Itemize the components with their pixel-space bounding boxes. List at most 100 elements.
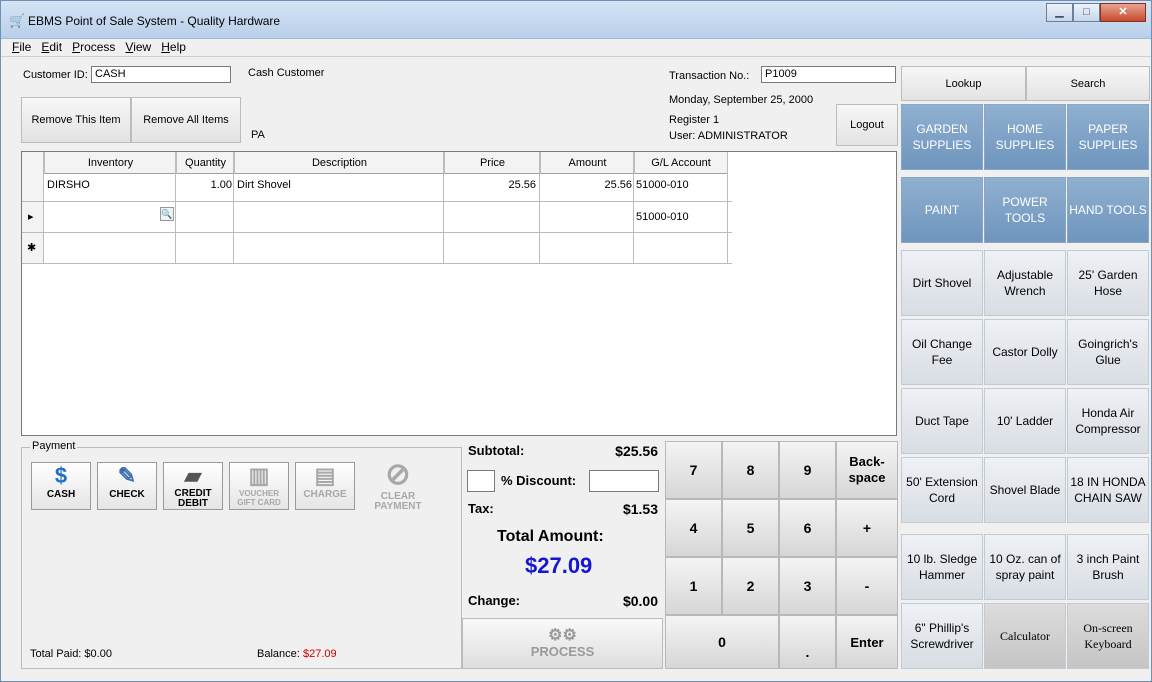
change-value: $0.00: [622, 593, 658, 609]
key-4[interactable]: 4: [665, 499, 722, 557]
maximize-button[interactable]: □: [1073, 3, 1100, 22]
menu-view[interactable]: View: [120, 39, 156, 56]
card-icon: ▰: [184, 463, 202, 488]
balance-label: Balance:: [257, 648, 300, 660]
item-button[interactable]: 18 IN HONDA CHAIN SAW: [1067, 457, 1149, 523]
credit-debit-button[interactable]: ▰ CREDIT DEBIT: [163, 462, 223, 510]
key-plus[interactable]: +: [836, 499, 898, 557]
row1-description[interactable]: Dirt Shovel: [237, 178, 291, 192]
new-row-marker: ✱: [27, 242, 37, 254]
key-enter[interactable]: Enter: [836, 615, 898, 669]
item-button[interactable]: 50' Extension Cord: [901, 457, 983, 523]
item-button[interactable]: Castor Dolly: [984, 319, 1066, 385]
key-8[interactable]: 8: [722, 441, 779, 499]
table-row[interactable]: [22, 202, 732, 233]
item-button[interactable]: 6" Phillip's Screwdriver: [901, 603, 983, 669]
check-button[interactable]: ✎ CHECK: [97, 462, 157, 510]
key-5[interactable]: 5: [722, 499, 779, 557]
search-button[interactable]: Search: [1026, 66, 1150, 101]
item-button[interactable]: Oil Change Fee: [901, 319, 983, 385]
document-icon: ▤: [314, 463, 336, 488]
customer-state: PA: [251, 129, 265, 141]
balance-value: $27.09: [303, 648, 337, 660]
credit-debit-label: CREDIT DEBIT: [174, 488, 212, 509]
cash-button[interactable]: $ CASH: [31, 462, 91, 510]
menu-edit[interactable]: Edit: [36, 39, 67, 56]
logout-button[interactable]: Logout: [836, 104, 898, 146]
category-paint[interactable]: PAINT: [901, 177, 983, 243]
calculator-button[interactable]: Calculator: [984, 603, 1066, 669]
category-home-supplies[interactable]: HOME SUPPLIES: [984, 104, 1066, 170]
item-button[interactable]: 10 Oz. can of spray paint: [984, 534, 1066, 600]
key-3[interactable]: 3: [779, 557, 836, 615]
item-button[interactable]: 3 inch Paint Brush: [1067, 534, 1149, 600]
close-button[interactable]: ✕: [1100, 3, 1146, 22]
category-paper-supplies[interactable]: PAPER SUPPLIES: [1067, 104, 1149, 170]
customer-name: Cash Customer: [248, 67, 325, 79]
item-button[interactable]: Adjustable Wrench: [984, 250, 1066, 316]
row1-inventory[interactable]: DIRSHO: [47, 178, 90, 192]
row1-amount[interactable]: 25.56: [540, 178, 632, 192]
item-button[interactable]: 10 lb. Sledge Hammer: [901, 534, 983, 600]
title-bar: 🛒 EBMS Point of Sale System - Quality Ha…: [1, 1, 1151, 39]
menu-process[interactable]: Process: [67, 39, 120, 56]
key-0[interactable]: 0: [665, 615, 779, 669]
current-row-marker: ▸: [28, 211, 34, 223]
window-title: EBMS Point of Sale System - Quality Hard…: [28, 14, 281, 28]
item-button[interactable]: Dirt Shovel: [901, 250, 983, 316]
clear-payment-label: CLEAR PAYMENT: [374, 491, 422, 512]
change-label: Change:: [468, 593, 520, 608]
menu-file[interactable]: File: [7, 39, 36, 56]
item-button[interactable]: Duct Tape: [901, 388, 983, 454]
customer-id-field[interactable]: CASH: [91, 66, 231, 83]
total-amount-label: Total Amount:: [497, 528, 604, 545]
item-button[interactable]: 10' Ladder: [984, 388, 1066, 454]
item-button[interactable]: Shovel Blade: [984, 457, 1066, 523]
minimize-button[interactable]: ▁: [1046, 3, 1073, 22]
user-label: User: ADMINISTRATOR: [669, 130, 788, 142]
discount-percent-field[interactable]: [467, 470, 495, 492]
process-button[interactable]: ⚙⚙ PROCESS: [462, 618, 663, 669]
row1-quantity[interactable]: 1.00: [176, 178, 232, 192]
subtotal-label: Subtotal:: [468, 443, 525, 458]
category-garden-supplies[interactable]: GARDEN SUPPLIES: [901, 104, 983, 170]
key-2[interactable]: 2: [722, 557, 779, 615]
item-button[interactable]: 25' Garden Hose: [1067, 250, 1149, 316]
discount-label: % Discount:: [501, 473, 577, 488]
key-decimal[interactable]: .: [779, 615, 836, 669]
menu-bar: File Edit Process View Help: [1, 39, 1151, 57]
subtotal-value: $25.56: [615, 443, 658, 459]
remove-item-button[interactable]: Remove This Item: [21, 97, 131, 143]
total-amount-value: $27.09: [525, 553, 593, 578]
key-9[interactable]: 9: [779, 441, 836, 499]
key-1[interactable]: 1: [665, 557, 722, 615]
table-row[interactable]: [22, 233, 732, 264]
key-backspace[interactable]: Back-space: [836, 441, 898, 499]
key-7[interactable]: 7: [665, 441, 722, 499]
charge-button[interactable]: ▤ CHARGE: [295, 462, 355, 510]
gears-icon: ⚙⚙: [548, 627, 577, 644]
tax-value: $1.53: [622, 501, 658, 517]
lookup-inventory-icon[interactable]: 🔍: [160, 207, 174, 221]
menu-help[interactable]: Help: [156, 39, 191, 56]
onscreen-keyboard-button[interactable]: On-screen Keyboard: [1067, 603, 1149, 669]
remove-all-button[interactable]: Remove All Items: [131, 97, 241, 143]
discount-amount-field[interactable]: [589, 470, 659, 492]
row2-gl-account[interactable]: 51000-010: [636, 210, 689, 224]
item-button[interactable]: Goingrich's Glue: [1067, 319, 1149, 385]
category-hand-tools[interactable]: HAND TOOLS: [1067, 177, 1149, 243]
clear-payment-button[interactable]: ⊘ CLEAR PAYMENT: [368, 458, 428, 512]
voucher-button[interactable]: ▥ VOUCHER GIFT CARD: [229, 462, 289, 510]
item-button[interactable]: Honda Air Compressor: [1067, 388, 1149, 454]
key-6[interactable]: 6: [779, 499, 836, 557]
transaction-label: Transaction No.:: [669, 70, 750, 82]
prohibit-icon: ⊘: [385, 458, 411, 491]
lookup-button[interactable]: Lookup: [901, 66, 1026, 101]
row1-gl-account[interactable]: 51000-010: [636, 178, 689, 192]
totals-panel: Subtotal: $25.56 % Discount: Tax: $1.53 …: [463, 441, 663, 617]
category-power-tools[interactable]: POWER TOOLS: [984, 177, 1066, 243]
cash-label: CASH: [46, 489, 76, 500]
key-minus[interactable]: -: [836, 557, 898, 615]
row1-price[interactable]: 25.56: [444, 178, 536, 192]
transaction-field[interactable]: P1009: [761, 66, 896, 83]
